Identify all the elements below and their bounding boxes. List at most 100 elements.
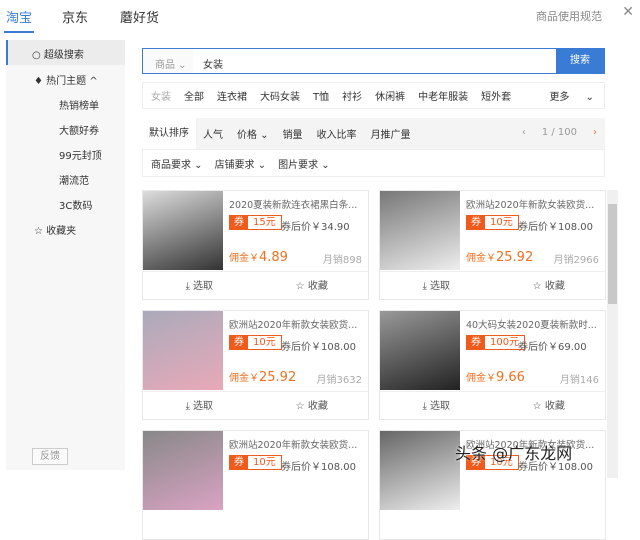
product-card[interactable]: 40大码女装2020夏装新款时... 券 100元 券后价￥69.00 佣金￥9.6… xyxy=(379,310,606,420)
commission-label: 佣金￥ xyxy=(466,373,496,384)
pick-button[interactable]: ⤓ 选取 xyxy=(143,272,256,301)
scrollbar[interactable] xyxy=(607,190,618,478)
product-image[interactable] xyxy=(380,311,460,390)
label: 收藏 xyxy=(544,401,565,412)
tab-jd[interactable]: 京东 xyxy=(62,7,88,26)
sidebar-item[interactable]: 潮流范 xyxy=(59,172,89,187)
filter-image[interactable]: 图片要求 ⌄ xyxy=(278,156,330,171)
pick-button[interactable]: ⤓ 选取 xyxy=(143,392,256,421)
category-item[interactable]: 中老年服装 xyxy=(418,88,468,103)
commission-value: 25.92 xyxy=(259,370,297,385)
commission-label: 佣金￥ xyxy=(229,373,259,384)
star-icon: ☆ xyxy=(295,401,308,412)
category-item[interactable]: 短外套 xyxy=(481,88,511,103)
category-item[interactable]: 衬衫 xyxy=(342,88,362,103)
scrollbar-thumb[interactable] xyxy=(608,204,617,304)
product-title[interactable]: 欧洲站2020年新款女装欧货... xyxy=(229,437,357,451)
label: 超级搜索 xyxy=(43,50,84,61)
product-card[interactable]: 欧洲站2020年新款女装欧货... 券 10元 券后价￥108.00 xyxy=(142,430,369,540)
sidebar-item[interactable]: 99元封顶 xyxy=(59,147,102,162)
chevron-up-icon: ^ xyxy=(86,76,98,87)
search-input[interactable]: 女装 xyxy=(193,49,556,73)
monthly-sales: 月销146 xyxy=(559,375,599,386)
watermark: 头条 @广东龙网 xyxy=(455,444,573,463)
close-icon[interactable]: ✕ xyxy=(622,4,634,20)
commission-label: 佣金￥ xyxy=(466,253,496,264)
category-item[interactable]: 大码女装 xyxy=(260,88,300,103)
coupon-badge: 券 10元 xyxy=(466,215,519,230)
product-image[interactable] xyxy=(380,431,460,510)
product-image[interactable] xyxy=(143,311,223,390)
coupon-badge: 券 100元 xyxy=(466,335,526,350)
coupon-tag: 券 xyxy=(230,456,248,469)
coupon-badge: 券 15元 xyxy=(229,215,282,230)
price-after-coupon: 券后价￥34.90 xyxy=(281,222,350,233)
sidebar-item[interactable]: 热销榜单 xyxy=(59,97,99,112)
coupon-tag: 券 xyxy=(230,336,248,349)
commission: 佣金￥25.92 xyxy=(466,249,533,265)
next-page-icon[interactable]: › xyxy=(593,127,597,138)
product-title[interactable]: 欧洲站2020年新款女装欧货... xyxy=(466,197,594,211)
sort-monthly-promo[interactable]: 月推广量 xyxy=(364,126,418,141)
favorite-button[interactable]: ☆ 收藏 xyxy=(256,272,369,301)
label: 选取 xyxy=(193,401,214,412)
coupon-value: 10元 xyxy=(490,217,513,228)
favorite-button[interactable]: ☆ 收藏 xyxy=(256,392,369,421)
star-icon: ☆ xyxy=(34,226,47,237)
prev-page-icon[interactable]: ‹ xyxy=(522,127,526,138)
sidebar-item-hot-topics[interactable]: ♦ 热门主题 ^ xyxy=(34,72,98,87)
product-image[interactable] xyxy=(143,191,223,270)
filter-product[interactable]: 商品要求 ⌄ xyxy=(151,156,203,171)
monthly-sales: 月销3632 xyxy=(316,375,362,386)
commission-label: 佣金￥ xyxy=(229,253,259,264)
tab-taobao[interactable]: 淘宝 xyxy=(3,7,35,33)
pick-button[interactable]: ⤓ 选取 xyxy=(380,392,493,421)
label: 更多 xyxy=(549,92,570,103)
search-button[interactable]: 搜索 xyxy=(556,49,604,73)
product-image[interactable] xyxy=(143,431,223,510)
sort-popularity[interactable]: 人气 xyxy=(196,126,230,141)
product-title[interactable]: 2020夏装新款连衣裙黑白条... xyxy=(229,197,357,211)
category-item[interactable]: 全部 xyxy=(184,88,204,103)
commission: 佣金￥25.92 xyxy=(229,369,296,385)
sidebar-item[interactable]: 大额好券 xyxy=(59,122,99,137)
label: 店铺要求 xyxy=(214,159,255,171)
sidebar: ○ 超级搜索 ♦ 热门主题 ^ 热销榜单 大额好券 99元封顶 潮流范 3C数码… xyxy=(6,40,125,470)
sort-income-ratio[interactable]: 收入比率 xyxy=(310,126,364,141)
sort-price[interactable]: 价格 ⌄ xyxy=(230,126,276,141)
category-item[interactable]: 休闲裤 xyxy=(375,88,405,103)
download-icon: ⤓ xyxy=(422,401,431,412)
sidebar-item-favorites[interactable]: ☆ 收藏夹 xyxy=(34,222,76,237)
label: 收藏 xyxy=(307,281,328,292)
label: 商品要求 xyxy=(151,159,191,171)
product-card[interactable]: 2020夏装新款连衣裙黑白条... 券 15元 券后价￥34.90 佣金￥4.89 … xyxy=(142,190,369,300)
search-type-select[interactable]: 商品 ⌄ xyxy=(143,49,193,73)
product-card[interactable]: 欧洲站2020年新款女装欧货... 券 10元 券后价￥108.00 佣金￥25.9… xyxy=(379,190,606,300)
product-rules-link[interactable]: 商品使用规范 xyxy=(536,8,602,24)
filter-shop[interactable]: 店铺要求 ⌄ xyxy=(215,156,267,171)
tab-mohaohuo[interactable]: 蘑好货 xyxy=(120,7,159,26)
product-title[interactable]: 欧洲站2020年新款女装欧货... xyxy=(229,317,357,331)
sidebar-item[interactable]: 3C数码 xyxy=(59,197,92,212)
card-actions: ⤓ 选取 ☆ 收藏 xyxy=(143,391,368,421)
label: 价格 xyxy=(237,130,257,141)
favorite-button[interactable]: ☆ 收藏 xyxy=(493,392,606,421)
favorite-button[interactable]: ☆ 收藏 xyxy=(493,272,606,301)
download-icon: ⤓ xyxy=(422,281,431,292)
category-label: 女装 xyxy=(151,92,171,103)
monthly-sales: 月销898 xyxy=(322,255,362,266)
category-item[interactable]: T恤 xyxy=(313,88,329,103)
more-button[interactable]: 更多 ⌄ xyxy=(549,88,594,103)
product-card[interactable]: 欧洲站2020年新款女装欧货... 券 10元 券后价￥108.00 佣金￥25.9… xyxy=(142,310,369,420)
label: 收藏 xyxy=(307,401,328,412)
card-actions: ⤓ 选取 ☆ 收藏 xyxy=(380,271,605,301)
category-item[interactable]: 连衣裙 xyxy=(217,88,247,103)
product-title[interactable]: 40大码女装2020夏装新款时... xyxy=(466,317,597,331)
product-image[interactable] xyxy=(380,191,460,270)
sidebar-item-super-search[interactable]: ○ 超级搜索 xyxy=(6,40,125,65)
pick-button[interactable]: ⤓ 选取 xyxy=(380,272,493,301)
coupon-value: 15元 xyxy=(253,217,276,228)
sort-sales[interactable]: 销量 xyxy=(276,126,310,141)
sort-default[interactable]: 默认排序 xyxy=(142,118,196,149)
feedback-button[interactable]: 反馈 xyxy=(32,448,68,465)
